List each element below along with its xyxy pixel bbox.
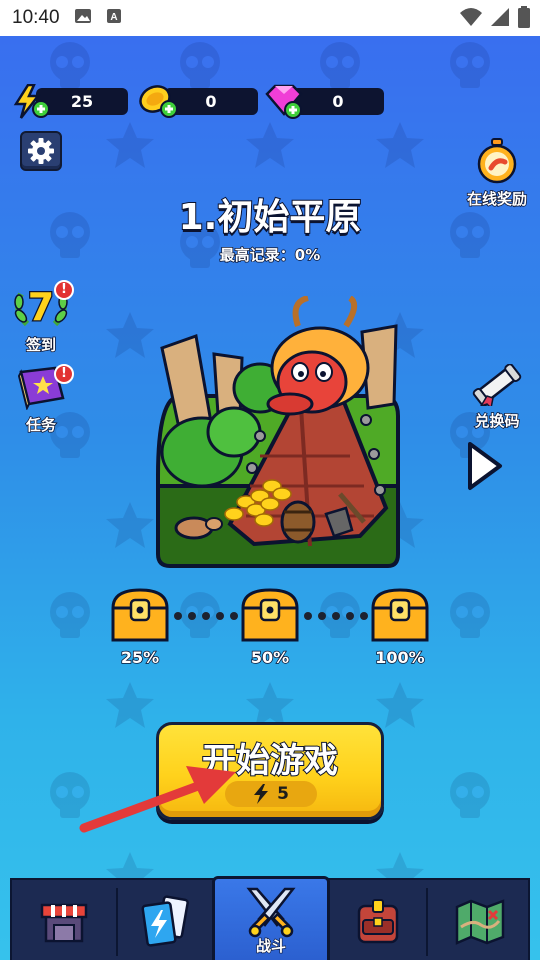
progress-dot (332, 612, 340, 620)
stopwatch-icon (477, 138, 517, 184)
progress-dot (188, 612, 196, 620)
progress-dot (174, 612, 182, 620)
progress-dot (216, 612, 224, 620)
energy-cost-icon (254, 784, 269, 804)
scroll-icon (472, 363, 522, 410)
checkin-alert-badge: ! (54, 280, 74, 300)
gem-counter[interactable]: 0 (264, 84, 386, 119)
tasks-button[interactable]: 任务 ! (8, 364, 74, 435)
milestone-100-label: 100% (375, 647, 426, 668)
pink-gem-plus-icon (265, 84, 303, 119)
redeem-code-button[interactable]: 兑换码 (460, 363, 534, 431)
checkin-day: 7 (28, 285, 54, 329)
progress-dot (202, 612, 210, 620)
progress-dot (304, 612, 312, 620)
online-reward-label: 在线奖励 (466, 189, 528, 209)
font-notification-icon: A (106, 8, 122, 28)
tab-backpack[interactable] (330, 880, 426, 960)
progress-dot (346, 612, 354, 620)
chest-100-icon[interactable] (369, 586, 431, 644)
settings-button[interactable] (20, 131, 62, 171)
chest-25-icon[interactable] (109, 586, 171, 644)
gear-icon (28, 138, 54, 164)
progress-dot (230, 612, 238, 620)
start-cost-value: 5 (277, 784, 289, 804)
gold-coin-plus-icon (139, 85, 178, 118)
bottom-tab-bar: 战斗 (10, 876, 532, 960)
tutorial-arrow-icon (79, 766, 236, 833)
progress-dot (360, 612, 368, 620)
cards-icon (141, 895, 189, 947)
milestone-25-label: 25% (120, 647, 160, 668)
tab-map[interactable] (428, 880, 532, 960)
level-progress-track: 25% 50% 100% (0, 586, 540, 676)
play-arrow-icon (468, 442, 502, 490)
signal-icon (490, 7, 510, 31)
tasks-alert-badge: ! (54, 364, 74, 384)
tasks-label: 任务 (25, 415, 57, 435)
shop-stall-icon (40, 903, 88, 943)
map-icon (455, 899, 505, 945)
tab-battle-label: 战斗 (255, 936, 286, 955)
online-reward-button[interactable]: 在线奖励 (458, 138, 536, 209)
checkin-button[interactable]: 7 签到 ! (8, 280, 74, 355)
coin-counter[interactable]: 0 (138, 84, 258, 118)
image-notification-icon (74, 8, 92, 28)
energy-counter[interactable]: 25 (12, 84, 130, 119)
status-time: 10:40 (12, 7, 60, 28)
redeem-code-label: 兑换码 (474, 411, 521, 431)
tab-battle[interactable]: 战斗 (212, 876, 330, 960)
lightning-plus-icon (13, 84, 50, 119)
chest-50-icon[interactable] (239, 586, 301, 644)
progress-dot (318, 612, 326, 620)
best-record: 最高记录：0% (219, 245, 321, 265)
tab-shop[interactable] (12, 880, 116, 960)
backpack-icon (357, 899, 399, 944)
checkin-label: 签到 (25, 335, 57, 355)
next-level-button[interactable] (464, 440, 504, 492)
svg-text:A: A (110, 12, 117, 23)
milestone-50-label: 50% (250, 647, 290, 668)
battery-icon (518, 6, 530, 32)
tab-cards[interactable] (118, 880, 212, 960)
crossed-swords-icon (246, 887, 296, 937)
wifi-icon (460, 7, 482, 31)
status-bar: 10:40 A (0, 0, 540, 36)
level-scene-illustration (156, 296, 400, 568)
